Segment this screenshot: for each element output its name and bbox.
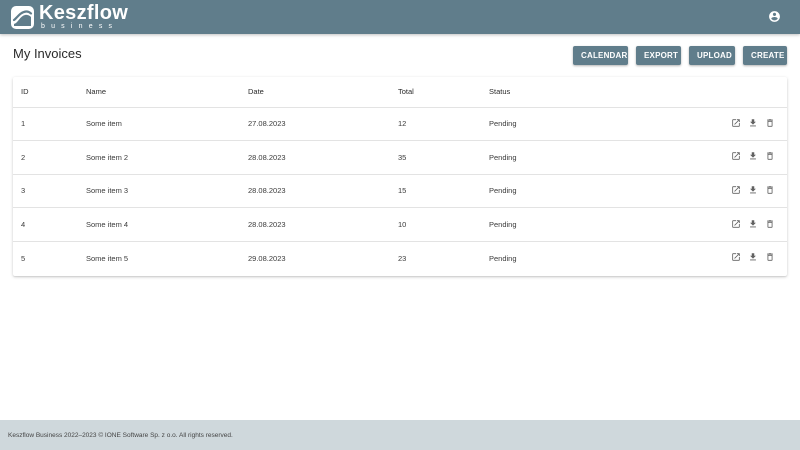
cell-id: 5: [21, 253, 26, 263]
column-header-date: Date: [248, 87, 264, 97]
invoices-table: ID Name Date Total Status 1 Some item 27…: [13, 77, 787, 275]
account-circle-icon[interactable]: [768, 10, 781, 23]
cell-name: Some item 2: [86, 152, 129, 162]
invoices-table-card: ID Name Date Total Status 1 Some item 27…: [13, 77, 787, 276]
cell-actions: [689, 141, 787, 175]
cell-date: 29.08.2023: [248, 253, 286, 263]
column-header-actions: [689, 77, 787, 107]
row-actions: [731, 219, 775, 229]
open-in-new-icon[interactable]: [731, 151, 741, 161]
cell-id: 3: [21, 186, 26, 196]
cell-status: Pending: [489, 119, 517, 129]
table-row[interactable]: 1 Some item 27.08.2023 12 Pending: [13, 107, 787, 141]
column-header-total: Total: [398, 87, 414, 97]
download-icon[interactable]: [748, 151, 758, 161]
cell-actions: [689, 241, 787, 275]
brand-name: Keszflow: [39, 1, 129, 24]
upload-button[interactable]: UPLOAD: [689, 46, 735, 65]
cell-status: Pending: [489, 220, 517, 230]
cell-status: Pending: [489, 253, 517, 263]
row-actions: [731, 185, 775, 195]
open-in-new-icon[interactable]: [731, 118, 741, 128]
table-row[interactable]: 5 Some item 5 29.08.2023 23 Pending: [13, 241, 787, 275]
cell-id: 2: [21, 152, 26, 162]
delete-icon[interactable]: [765, 252, 775, 262]
table-header-row: ID Name Date Total Status: [13, 77, 787, 107]
cell-name: Some item 4: [86, 220, 129, 230]
footer-copyright: Keszflow Business 2022–2023 © IONE Softw…: [8, 431, 233, 439]
cell-total: 10: [398, 220, 407, 230]
table-row[interactable]: 4 Some item 4 28.08.2023 10 Pending: [13, 207, 787, 242]
column-header-name: Name: [86, 87, 107, 97]
cell-date: 28.08.2023: [248, 186, 286, 196]
cell-actions: [689, 208, 787, 242]
cell-actions: [689, 174, 787, 208]
table-row[interactable]: 2 Some item 2 28.08.2023 35 Pending: [13, 140, 787, 175]
row-actions: [731, 118, 775, 128]
delete-icon[interactable]: [765, 118, 775, 128]
cell-total: 15: [398, 186, 407, 196]
cell-total: 23: [398, 253, 407, 263]
cell-name: Some item 5: [86, 253, 129, 263]
column-header-status: Status: [489, 87, 511, 97]
cell-date: 28.08.2023: [248, 220, 286, 230]
delete-icon[interactable]: [765, 185, 775, 195]
row-actions: [731, 252, 775, 262]
cell-date: 27.08.2023: [248, 119, 286, 129]
cell-actions: [689, 107, 787, 141]
delete-icon[interactable]: [765, 219, 775, 229]
top-app-bar: Keszflow business: [0, 0, 800, 34]
brand-logo-icon: [11, 5, 34, 29]
calendar-button[interactable]: CALENDAR: [573, 46, 628, 65]
cell-total: 35: [398, 152, 407, 162]
cell-name: Some item: [86, 119, 122, 129]
open-in-new-icon[interactable]: [731, 185, 741, 195]
cell-name: Some item 3: [86, 186, 129, 196]
download-icon[interactable]: [748, 219, 758, 229]
table-row[interactable]: 3 Some item 3 28.08.2023 15 Pending: [13, 174, 787, 208]
brand-subtitle: business: [41, 22, 119, 30]
download-icon[interactable]: [748, 118, 758, 128]
page-title: My Invoices: [13, 46, 82, 61]
cell-id: 4: [21, 220, 26, 230]
cell-date: 28.08.2023: [248, 152, 286, 162]
brand-logo[interactable]: Keszflow business: [11, 0, 128, 34]
column-header-id: ID: [21, 87, 29, 97]
open-in-new-icon[interactable]: [731, 252, 741, 262]
cell-status: Pending: [489, 152, 517, 162]
cell-total: 12: [398, 119, 407, 129]
download-icon[interactable]: [748, 252, 758, 262]
create-button[interactable]: CREATE: [743, 46, 787, 65]
footer: Keszflow Business 2022–2023 © IONE Softw…: [0, 420, 800, 450]
brand-wordmark: Keszflow business: [39, 1, 129, 30]
open-in-new-icon[interactable]: [731, 219, 741, 229]
row-actions: [731, 151, 775, 161]
cell-status: Pending: [489, 186, 517, 196]
delete-icon[interactable]: [765, 151, 775, 161]
download-icon[interactable]: [748, 185, 758, 195]
export-button[interactable]: EXPORT: [636, 46, 681, 65]
toolbar-actions: CALENDAR EXPORT UPLOAD CREATE: [573, 46, 787, 65]
cell-id: 1: [21, 119, 26, 129]
